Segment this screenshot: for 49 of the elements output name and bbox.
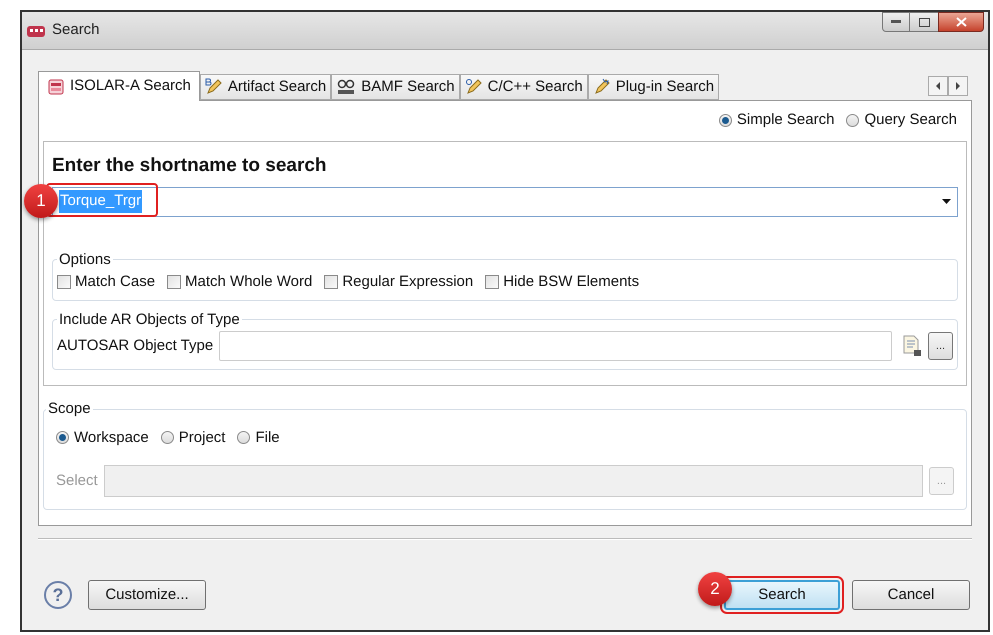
pencil-icon [204, 78, 223, 96]
step-number-badge: 1 [24, 184, 58, 218]
radio-button[interactable] [846, 114, 860, 126]
scroll-left-button[interactable] [928, 76, 948, 96]
close-icon [956, 17, 966, 27]
step-number-badge: 2 [698, 572, 732, 606]
tab[interactable]: BAMF Search [331, 74, 460, 100]
radio-label[interactable]: Query Search [864, 108, 957, 132]
left-arrow-icon [936, 82, 940, 90]
object-type-field[interactable] [219, 331, 892, 361]
checkbox-label[interactable]: Match Case [75, 271, 156, 294]
checkbox[interactable] [167, 275, 182, 290]
window-title: Search [52, 20, 100, 40]
tab[interactable]: C/C++ Search [460, 74, 588, 100]
checkbox-label[interactable]: Hide BSW Elements [503, 271, 640, 294]
checkbox-label[interactable]: Regular Expression [342, 271, 474, 294]
binoculars-icon [336, 78, 356, 96]
field-label: AUTOSAR Object Type [57, 336, 214, 356]
browse-button[interactable]: ... [928, 332, 953, 360]
minimize-button[interactable] [882, 12, 910, 32]
checkbox[interactable] [57, 275, 71, 290]
pencil-icon [592, 78, 611, 96]
cancel-button[interactable]: Cancel [852, 580, 970, 610]
selected-text: Torque_Trgr [59, 190, 142, 213]
radio-label[interactable]: Simple Search [736, 108, 834, 132]
pencil-icon [464, 78, 483, 96]
dropdown-arrow-icon [942, 199, 951, 204]
scroll-right-button[interactable] [948, 76, 968, 96]
close-button[interactable] [938, 12, 984, 32]
tab[interactable]: ISOLAR-A Search [38, 71, 200, 101]
help-button[interactable]: ? [44, 581, 72, 609]
radio-button[interactable] [718, 114, 732, 126]
tab[interactable]: Plug-in Search [588, 74, 720, 100]
customize-button[interactable]: Customize... [88, 580, 206, 610]
minimize-icon [891, 20, 901, 24]
tab[interactable]: Artifact Search [200, 74, 332, 100]
group-title: Scope [47, 399, 92, 419]
field-label: Select [56, 470, 98, 491]
checkbox[interactable] [324, 275, 338, 290]
section-heading: Enter the shortname to search [52, 154, 328, 178]
grid-icon [47, 78, 65, 96]
checkbox[interactable] [485, 275, 500, 290]
maximize-icon [918, 18, 930, 26]
group-title: Include AR Objects of Type [58, 310, 241, 330]
checkbox-label[interactable]: Match Whole Word [185, 271, 312, 294]
maximize-button[interactable] [910, 12, 938, 32]
right-arrow-icon [956, 82, 960, 90]
document-icon[interactable] [902, 335, 922, 357]
group-title: Options [58, 250, 112, 270]
